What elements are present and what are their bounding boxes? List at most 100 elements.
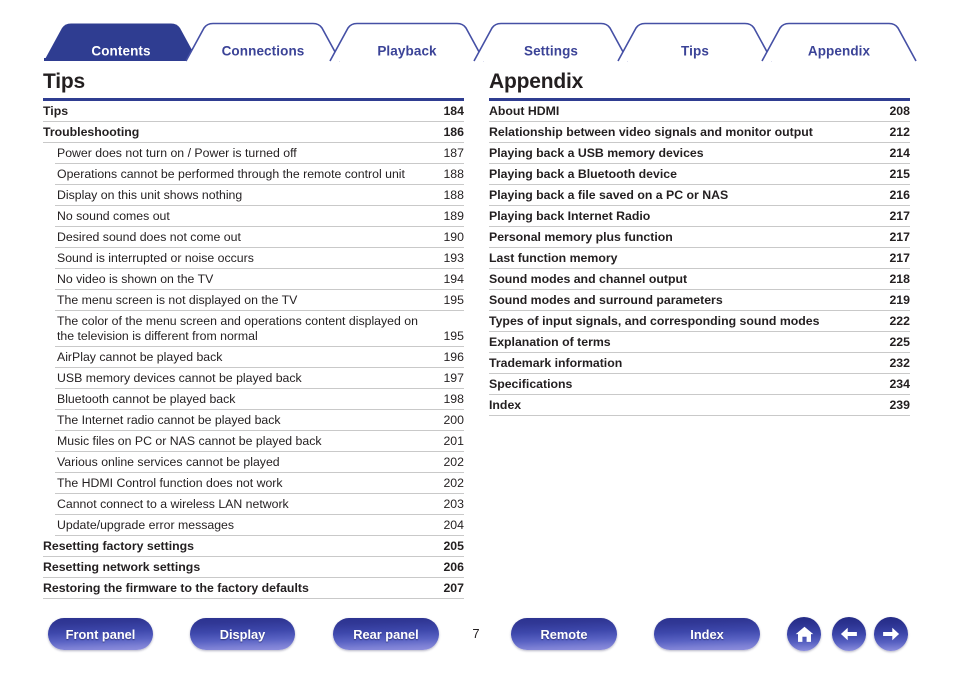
toc-entry-label: The menu screen is not displayed on the … <box>57 292 298 307</box>
toc-entry-label: Index <box>489 398 522 412</box>
toc-entry-page: 195 <box>443 328 464 343</box>
toc-row[interactable]: USB memory devices cannot be played back… <box>55 368 464 389</box>
front-panel-button[interactable]: Front panel <box>48 618 153 650</box>
right-column: Appendix About HDMI 208 Relationship betwe… <box>489 70 910 416</box>
toc-row[interactable]: Troubleshooting 186 <box>43 122 464 143</box>
toc-row[interactable]: The HDMI Control function does not work 2… <box>55 473 464 494</box>
home-icon-glyph <box>795 626 813 642</box>
toc-entry-page: 202 <box>443 454 464 469</box>
home-icon[interactable] <box>787 617 821 651</box>
forward-arrow-icon[interactable] <box>874 617 908 651</box>
toc-entry-page: 184 <box>443 104 464 118</box>
tab-bar: Contents Connections Playback Settings T… <box>0 18 954 62</box>
toc-row[interactable]: Display on this unit shows nothing 188 <box>55 185 464 206</box>
tab-shape-playback[interactable] <box>329 22 485 62</box>
toc-row[interactable]: Tips 184 <box>43 101 464 122</box>
toc-row[interactable]: The Internet radio cannot be played back… <box>55 410 464 431</box>
toc-entry-label: Playing back a USB memory devices <box>489 146 704 160</box>
toc-entry-label: Playing back a Bluetooth device <box>489 167 677 181</box>
toc-entry-label: Playing back Internet Radio <box>489 209 651 223</box>
toc-entry-page: 193 <box>443 250 464 265</box>
index-button[interactable]: Index <box>654 618 760 650</box>
toc-row[interactable]: No sound comes out 189 <box>55 206 464 227</box>
toc-entry-label: Last function memory <box>489 251 618 265</box>
toc-row[interactable]: Sound modes and channel output 218 <box>489 269 910 290</box>
rear-panel-button[interactable]: Rear panel <box>333 618 439 650</box>
right-toc-list: About HDMI 208 Relationship between video … <box>489 101 910 416</box>
display-button-label: Display <box>219 626 266 642</box>
tab-shape-tips[interactable] <box>617 22 773 62</box>
toc-row[interactable]: Power does not turn on / Power is turned… <box>55 143 464 164</box>
toc-row[interactable]: Trademark information 232 <box>489 353 910 374</box>
toc-entry-page: 232 <box>889 356 910 370</box>
toc-entry-label: Tips <box>43 104 69 118</box>
toc-entry-label: Display on this unit shows nothing <box>57 187 243 202</box>
toc-row[interactable]: Personal memory plus function 217 <box>489 227 910 248</box>
toc-row[interactable]: Last function memory 217 <box>489 248 910 269</box>
toc-entry-page: 234 <box>889 377 910 391</box>
toc-row[interactable]: Playing back a file saved on a PC or NAS… <box>489 185 910 206</box>
toc-entry-page: 197 <box>443 370 464 385</box>
right-column-title: Appendix <box>489 70 584 93</box>
left-column: Tips Tips 184 Troubleshooting 186 Power does… <box>43 70 464 599</box>
toc-entry-label: Operations cannot be performed through t… <box>57 166 405 181</box>
toc-row[interactable]: No video is shown on the TV 194 <box>55 269 464 290</box>
toc-row[interactable]: Various online services cannot be played… <box>55 452 464 473</box>
display-button[interactable]: Display <box>190 618 295 650</box>
tab-bar-shapes <box>44 22 917 62</box>
toc-entry-label: Restoring the firmware to the factory de… <box>43 581 309 595</box>
toc-entry-page: 217 <box>889 230 910 244</box>
toc-row[interactable]: Playing back a Bluetooth device 215 <box>489 164 910 185</box>
toc-entry-label: About HDMI <box>489 104 560 118</box>
toc-entry-label: Relationship between video signals and m… <box>489 125 813 139</box>
toc-entry-label: Power does not turn on / Power is turned… <box>57 145 297 160</box>
tab-shape-settings[interactable] <box>473 22 629 62</box>
toc-row[interactable]: Resetting network settings 206 <box>43 557 464 578</box>
toc-row[interactable]: Resetting factory settings 205 <box>43 536 464 557</box>
toc-row[interactable]: The color of the menu screen and operati… <box>55 311 464 347</box>
toc-row[interactable]: Desired sound does not come out 190 <box>55 227 464 248</box>
toc-entry-label: Bluetooth cannot be played back <box>57 391 236 406</box>
left-column-title: Tips <box>43 70 85 93</box>
tab-shape-contents[interactable] <box>44 23 198 62</box>
toc-row[interactable]: The menu screen is not displayed on the … <box>55 290 464 311</box>
toc-entry-label: Specifications <box>489 377 573 391</box>
toc-entry-label: Types of input signals, and correspondin… <box>489 314 820 328</box>
front-panel-button-label: Front panel <box>65 626 136 642</box>
tab-shape-connections[interactable] <box>185 22 341 62</box>
toc-entry-page: 206 <box>443 560 464 574</box>
toc-row[interactable]: Music files on PC or NAS cannot be playe… <box>55 431 464 452</box>
remote-button[interactable]: Remote <box>511 618 617 650</box>
left-toc-list: Tips 184 Troubleshooting 186 Power does not … <box>43 101 464 599</box>
toc-entry-page: 212 <box>889 125 910 139</box>
toc-entry-label: Various online services cannot be played <box>57 454 280 469</box>
toc-row[interactable]: Operations cannot be performed through t… <box>55 164 464 185</box>
toc-row[interactable]: Cannot connect to a wireless LAN network… <box>55 494 464 515</box>
toc-row[interactable]: Restoring the firmware to the factory de… <box>43 578 464 599</box>
toc-row[interactable]: Relationship between video signals and m… <box>489 122 910 143</box>
toc-entry-label: No sound comes out <box>57 208 170 223</box>
footer-nav-bar: Front panel Display Rear panel 7 Remote … <box>0 608 954 668</box>
toc-row[interactable]: AirPlay cannot be played back 196 <box>55 347 464 368</box>
toc-row[interactable]: Playing back Internet Radio 217 <box>489 206 910 227</box>
toc-row[interactable]: Specifications 234 <box>489 374 910 395</box>
toc-entry-label: Resetting factory settings <box>43 539 195 553</box>
tab-shape-appendix[interactable] <box>761 22 917 62</box>
toc-row[interactable]: Sound modes and surround parameters 219 <box>489 290 910 311</box>
toc-row[interactable]: Update/upgrade error messages 204 <box>55 515 464 536</box>
back-arrow-icon[interactable] <box>832 617 866 651</box>
toc-entry-page: 200 <box>443 412 464 427</box>
toc-row[interactable]: Sound is interrupted or noise occurs 193 <box>55 248 464 269</box>
toc-row[interactable]: Types of input signals, and correspondin… <box>489 311 910 332</box>
toc-row[interactable]: Playing back a USB memory devices 214 <box>489 143 910 164</box>
toc-row[interactable]: Index 239 <box>489 395 910 416</box>
toc-entry-page: 202 <box>443 475 464 490</box>
toc-entry-label: The color of the menu screen and operati… <box>57 313 418 343</box>
toc-row[interactable]: Bluetooth cannot be played back 198 <box>55 389 464 410</box>
toc-entry-page: 214 <box>889 146 910 160</box>
toc-entry-label: Sound is interrupted or noise occurs <box>57 250 254 265</box>
toc-row[interactable]: Explanation of terms 225 <box>489 332 910 353</box>
toc-entry-page: 207 <box>443 581 464 595</box>
toc-entry-page: 196 <box>443 349 464 364</box>
toc-row[interactable]: About HDMI 208 <box>489 101 910 122</box>
